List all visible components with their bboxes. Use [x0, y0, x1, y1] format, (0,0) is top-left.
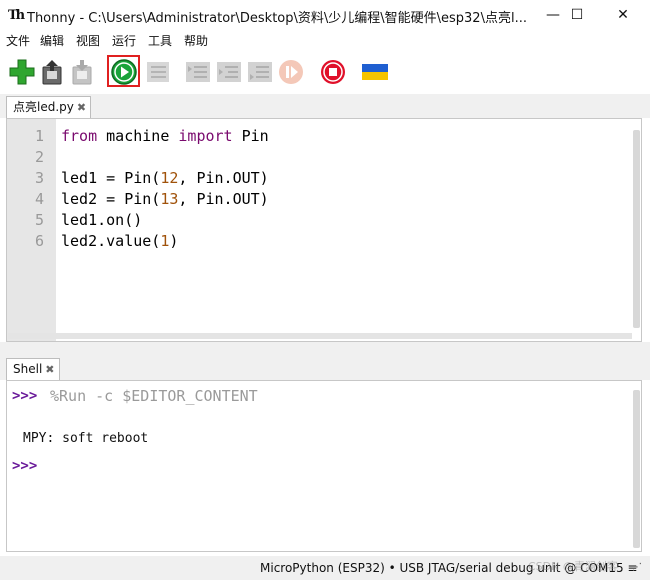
menu-file[interactable]: 文件	[6, 32, 30, 49]
line-number: 4	[34, 190, 44, 208]
step-out-icon[interactable]	[246, 58, 274, 86]
new-file-icon[interactable]	[8, 58, 36, 86]
watermark: CSDN @青澜创客	[528, 560, 618, 573]
number-token: 12	[160, 169, 179, 187]
resume-icon[interactable]	[277, 58, 305, 86]
shell-command: %Run -c $EDITOR_CONTENT	[50, 387, 258, 405]
number-token: 13	[160, 190, 179, 208]
menu-help[interactable]: 帮助	[184, 32, 208, 49]
code-editor[interactable]	[6, 118, 642, 342]
close-tab-icon[interactable]: ✖	[77, 101, 86, 114]
menu-bar: 文件 编辑 视图 运行 工具 帮助	[0, 30, 650, 50]
tab-shell[interactable]: Shell ✖	[6, 358, 60, 380]
shell-prompt: >>>	[12, 458, 38, 474]
ukraine-flag-icon[interactable]	[361, 58, 389, 86]
keyword-token: import	[178, 127, 233, 145]
menu-tools[interactable]: 工具	[148, 32, 172, 49]
code-token: led2.value(	[61, 232, 161, 250]
save-file-icon[interactable]	[68, 58, 96, 86]
code-token: , Pin.OUT)	[178, 190, 269, 208]
shell-vertical-scrollbar[interactable]	[633, 390, 640, 548]
tab-label: Shell	[13, 362, 43, 376]
shell-prompt: >>>	[12, 388, 38, 404]
maximize-button[interactable]: ☐	[554, 0, 600, 30]
debug-icon[interactable]	[144, 58, 172, 86]
pane-splitter[interactable]	[0, 342, 650, 356]
line-number: 3	[34, 169, 44, 187]
tab-led-file[interactable]: 点亮led.py ✖	[6, 96, 92, 118]
code-line: led1 = Pin(12, Pin.OUT)	[61, 169, 269, 187]
line-number: 2	[34, 148, 44, 166]
open-file-icon[interactable]	[38, 58, 66, 86]
line-number: 1	[34, 127, 44, 145]
title-bar: Th Thonny - C:\Users\Administrator\Deskt…	[0, 0, 650, 30]
resize-grip-icon: ⋰	[632, 562, 642, 573]
code-line: led2.value(1)	[61, 232, 178, 250]
menu-edit[interactable]: 编辑	[40, 32, 64, 49]
code-token: )	[169, 232, 179, 250]
menu-run[interactable]: 运行	[112, 32, 136, 49]
editor-horizontal-scrollbar[interactable]	[8, 333, 632, 339]
shell-console[interactable]	[6, 380, 642, 552]
window-title: Thonny - C:\Users\Administrator\Desktop\…	[27, 11, 527, 26]
shell-tab-bar	[0, 356, 650, 380]
close-button[interactable]: ✕	[600, 0, 646, 30]
menu-view[interactable]: 视图	[76, 32, 100, 49]
tab-label: 点亮led.py	[13, 100, 74, 114]
close-tab-icon[interactable]: ✖	[45, 363, 54, 376]
code-line: from machine import Pin	[61, 127, 269, 145]
code-token: , Pin.OUT)	[178, 169, 269, 187]
code-token: led2 = Pin(	[61, 190, 161, 208]
line-number: 5	[34, 211, 44, 229]
line-number: 6	[34, 232, 44, 250]
run-button-highlight	[107, 55, 140, 87]
code-token: Pin	[232, 127, 269, 145]
shell-output: MPY: soft reboot	[23, 431, 149, 446]
code-line: led2 = Pin(13, Pin.OUT)	[61, 190, 269, 208]
keyword-token: from	[61, 127, 98, 145]
step-into-icon[interactable]	[215, 58, 243, 86]
code-token: led1 = Pin(	[61, 169, 161, 187]
editor-vertical-scrollbar[interactable]	[633, 130, 640, 328]
step-over-icon[interactable]	[184, 58, 212, 86]
thonny-logo-icon: Th	[8, 8, 25, 23]
stop-icon[interactable]	[319, 58, 347, 86]
editor-tab-bar	[0, 94, 650, 118]
code-line: led1.on()	[61, 211, 143, 229]
code-token: machine	[97, 127, 179, 145]
